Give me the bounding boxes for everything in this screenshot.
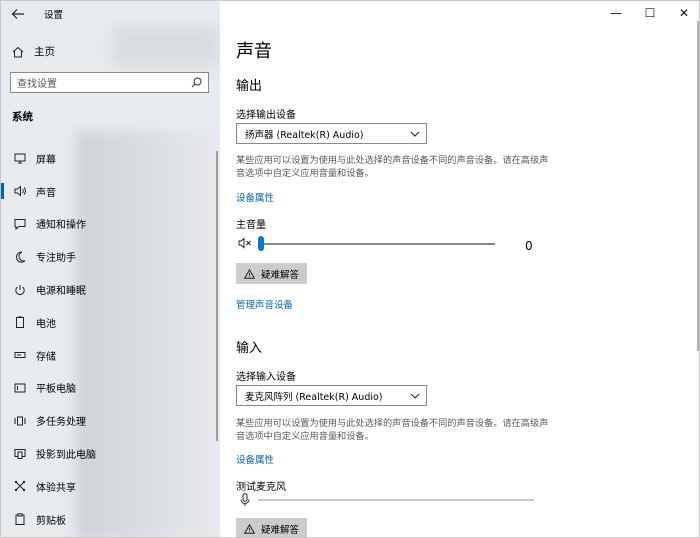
sidebar-item-power-sleep[interactable]: 电源和睡眠	[1, 273, 220, 306]
output-device-properties-link[interactable]: 设备属性	[236, 190, 274, 204]
sidebar-item-clipboard[interactable]: 剪贴板	[1, 503, 220, 536]
sidebar-item-label: 通知和操作	[36, 220, 86, 232]
output-heading: 输出	[236, 79, 263, 94]
chevron-down-icon	[410, 131, 420, 137]
input-device-label: 选择输入设备	[236, 372, 296, 383]
back-button[interactable]	[9, 5, 27, 23]
sidebar-item-shared-experiences[interactable]: 体验共享	[1, 470, 220, 503]
sidebar-item-battery[interactable]: 电池	[1, 306, 220, 339]
window-controls: — ☐ ✕	[599, 1, 699, 27]
maximize-button[interactable]: ☐	[633, 1, 667, 25]
output-device-label: 选择输出设备	[236, 110, 296, 121]
home-icon	[12, 46, 24, 57]
sidebar-item-label: 平板电脑	[36, 384, 76, 396]
app-title: 设置	[44, 10, 64, 21]
settings-window: 设置 主页 查找设置 系统 屏幕 声音 通知和操作 专注助手 电源和睡眠 电池 …	[0, 0, 700, 538]
input-troubleshoot-button[interactable]: 疑难解答	[236, 518, 308, 537]
sidebar-item-notifications[interactable]: 通知和操作	[1, 208, 220, 241]
back-arrow-icon	[11, 9, 24, 19]
share-icon	[10, 480, 30, 492]
sidebar-item-label: 专注助手	[36, 253, 76, 265]
home-label: 主页	[34, 46, 55, 58]
content-scrollbar[interactable]	[697, 21, 699, 351]
titlebar: 设置	[1, 1, 220, 27]
minimize-button[interactable]: —	[599, 1, 633, 25]
input-description: 某些应用可以设置为使用与此处选择的声音设备不同的声音设备。请在高级声音选项中自定…	[236, 418, 549, 442]
moon-icon	[10, 251, 30, 263]
sidebar: 设置 主页 查找设置 系统 屏幕 声音 通知和操作 专注助手 电源和睡眠 电池 …	[1, 1, 220, 537]
page-title: 声音	[236, 41, 272, 62]
home-nav-item[interactable]: 主页	[12, 44, 55, 59]
sidebar-item-label: 存储	[36, 351, 56, 363]
battery-icon	[10, 316, 30, 329]
sidebar-item-label: 电源和睡眠	[36, 286, 86, 298]
output-description: 某些应用可以设置为使用与此处选择的声音设备不同的声音设备。请在高级声音选项中自定…	[236, 155, 549, 179]
sidebar-item-display[interactable]: 屏幕	[1, 142, 220, 175]
sidebar-scrollbar[interactable]	[216, 151, 218, 441]
sidebar-item-focus-assist[interactable]: 专注助手	[1, 240, 220, 273]
output-device-select[interactable]: 扬声器 (Realtek(R) Audio)	[236, 123, 427, 144]
volume-value: 0	[525, 239, 533, 253]
input-device-select[interactable]: 麦克风阵列 (Realtek(R) Audio)	[236, 385, 427, 406]
sidebar-item-label: 电池	[36, 318, 56, 330]
sidebar-item-multitasking[interactable]: 多任务处理	[1, 404, 220, 437]
microphone-level-track	[258, 499, 534, 501]
output-troubleshoot-button[interactable]: 疑难解答	[236, 263, 308, 284]
nav-list: 屏幕 声音 通知和操作 专注助手 电源和睡眠 电池 存储 平板电脑 多任务处理 …	[1, 142, 220, 536]
search-input[interactable]: 查找设置	[10, 72, 209, 93]
section-title: 系统	[12, 111, 33, 123]
project-icon	[10, 448, 30, 460]
tablet-icon	[10, 382, 30, 394]
microphone-icon	[240, 493, 250, 506]
speaker-icon	[10, 185, 30, 197]
close-button[interactable]: ✕	[667, 1, 699, 25]
volume-track	[258, 243, 495, 245]
power-icon	[10, 284, 30, 296]
monitor-icon	[10, 152, 30, 164]
chevron-down-icon	[410, 393, 420, 399]
content-pane: — ☐ ✕ 声音 输出 选择输出设备 扬声器 (Realtek(R) Audio…	[220, 1, 699, 537]
multitask-icon	[10, 415, 30, 427]
speaker-muted-icon	[238, 237, 251, 249]
sidebar-item-tablet[interactable]: 平板电脑	[1, 372, 220, 405]
master-volume-slider[interactable]	[236, 235, 536, 255]
warning-icon	[244, 523, 255, 534]
sidebar-item-label: 声音	[36, 187, 56, 199]
manage-sound-devices-link[interactable]: 管理声音设备	[236, 297, 293, 311]
sidebar-item-label: 投影到此电脑	[36, 450, 96, 462]
input-device-value: 麦克风阵列 (Realtek(R) Audio)	[245, 391, 383, 403]
notification-icon	[10, 218, 30, 230]
troubleshoot-label: 疑难解答	[261, 269, 300, 281]
troubleshoot-label: 疑难解答	[261, 524, 300, 536]
input-heading: 输入	[236, 341, 263, 356]
search-icon	[191, 77, 202, 88]
warning-icon	[244, 268, 255, 279]
clipboard-icon	[10, 513, 30, 526]
sidebar-item-label: 屏幕	[36, 154, 56, 166]
sidebar-item-label: 体验共享	[36, 482, 76, 494]
master-volume-label: 主音量	[236, 220, 266, 231]
volume-thumb[interactable]	[258, 236, 264, 251]
storage-icon	[10, 349, 30, 361]
sidebar-item-label: 剪贴板	[36, 515, 66, 527]
sidebar-item-storage[interactable]: 存储	[1, 339, 220, 372]
microphone-level-meter	[236, 491, 536, 511]
input-device-properties-link[interactable]: 设备属性	[236, 452, 274, 466]
search-placeholder: 查找设置	[17, 79, 57, 90]
sidebar-item-label: 多任务处理	[36, 417, 86, 429]
output-device-value: 扬声器 (Realtek(R) Audio)	[245, 129, 364, 141]
sidebar-item-project[interactable]: 投影到此电脑	[1, 437, 220, 470]
sidebar-item-sound[interactable]: 声音	[1, 175, 220, 208]
